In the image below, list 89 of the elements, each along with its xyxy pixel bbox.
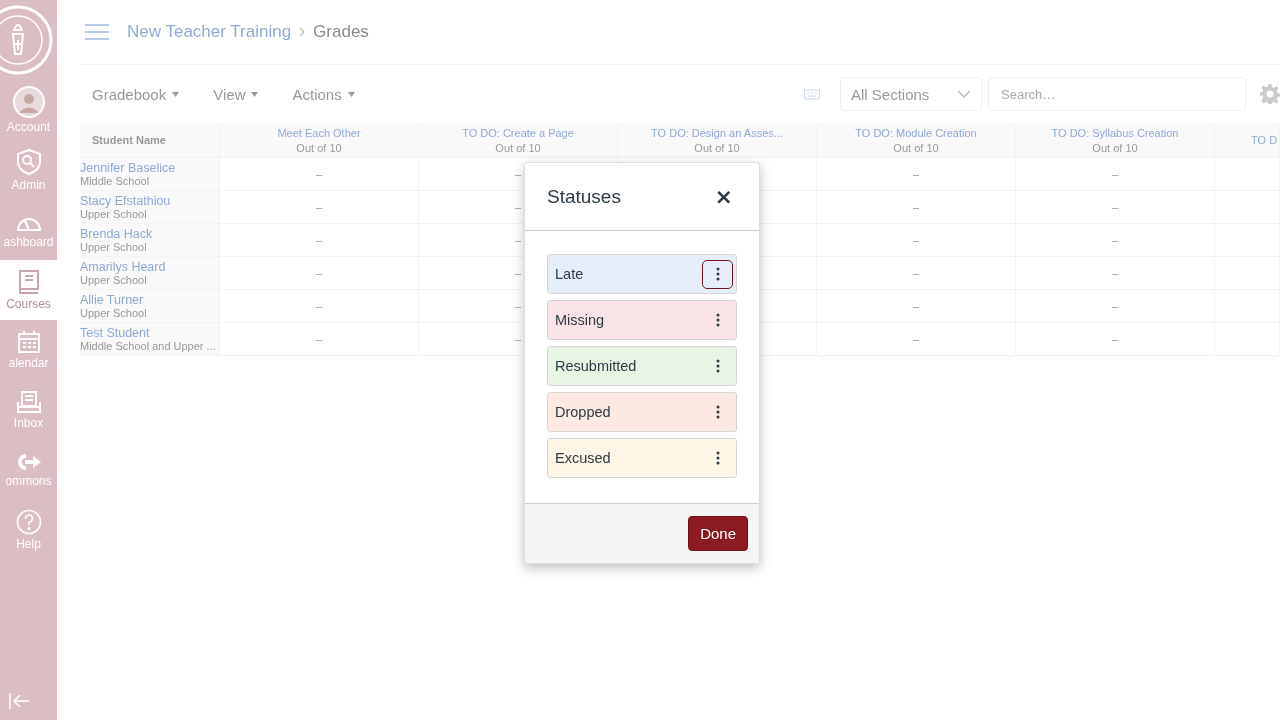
status-label: Dropped bbox=[555, 404, 611, 420]
caret-icon bbox=[251, 91, 259, 97]
student-name-link[interactable]: Amarilys Heard bbox=[80, 260, 219, 274]
caret-icon bbox=[172, 91, 180, 97]
grade-value[interactable]: – bbox=[912, 201, 920, 213]
grade-value[interactable]: – bbox=[514, 234, 522, 246]
grade-value[interactable]: – bbox=[315, 300, 323, 312]
status-label: Excused bbox=[555, 450, 611, 466]
kebab-icon bbox=[715, 451, 720, 465]
sidebar-item-label[interactable]: Help bbox=[16, 537, 41, 551]
grade-value[interactable]: – bbox=[315, 168, 323, 180]
search-field[interactable]: Search… bbox=[988, 77, 1246, 111]
assignment-header[interactable]: Meet Each Other Out of 10 bbox=[219, 123, 419, 158]
chevron-icon bbox=[299, 27, 306, 37]
student-section: Upper School bbox=[80, 307, 219, 319]
assignment-header[interactable]: TO DO: Create a Page Out of 10 bbox=[418, 123, 618, 158]
grade-value[interactable]: – bbox=[1111, 168, 1119, 180]
more-options-button[interactable] bbox=[702, 259, 733, 289]
student-name-link[interactable]: Brenda Hack bbox=[80, 227, 219, 241]
grade-value[interactable]: – bbox=[315, 201, 323, 213]
grade-value[interactable]: – bbox=[912, 168, 920, 180]
grade-value[interactable]: – bbox=[912, 234, 920, 246]
toolbar-menu[interactable]: Actions bbox=[292, 85, 355, 103]
keyboard-icon[interactable] bbox=[804, 88, 820, 100]
sidebar-item-label[interactable]: Account bbox=[6, 120, 51, 134]
breadcrumb-link[interactable]: New Teacher Training bbox=[127, 22, 292, 42]
breadcrumb-current: Grades bbox=[313, 22, 369, 42]
assignment-header[interactable]: TO D bbox=[1214, 123, 1280, 158]
student-name-link[interactable]: Stacy Efstathiou bbox=[80, 194, 219, 208]
book-icon[interactable] bbox=[17, 269, 40, 295]
section-select[interactable]: All Sections bbox=[840, 77, 982, 111]
grade-value[interactable]: – bbox=[514, 267, 522, 279]
caret-icon bbox=[347, 91, 355, 97]
grade-value[interactable]: – bbox=[315, 333, 323, 345]
grade-value[interactable]: – bbox=[1111, 300, 1119, 312]
inbox-icon[interactable] bbox=[15, 390, 42, 414]
help-icon[interactable] bbox=[15, 509, 42, 535]
avatar-icon[interactable] bbox=[12, 86, 45, 118]
grade-value[interactable]: – bbox=[1111, 267, 1119, 279]
grade-value[interactable]: – bbox=[1111, 234, 1119, 246]
settings-icon[interactable] bbox=[1260, 84, 1280, 104]
student-name-link[interactable]: Allie Turner bbox=[80, 293, 219, 307]
grade-value[interactable]: – bbox=[315, 234, 323, 246]
student-name-link[interactable]: Test Student bbox=[80, 326, 219, 340]
student-section: Upper School bbox=[80, 241, 219, 253]
student-section: Upper School bbox=[80, 208, 219, 220]
sidebar-item-label[interactable]: ommons bbox=[5, 474, 52, 488]
grade-value[interactable]: – bbox=[514, 300, 522, 312]
toolbar-menu[interactable]: View bbox=[213, 85, 259, 103]
done-button[interactable]: Done bbox=[688, 516, 748, 551]
chevron-down-icon bbox=[957, 90, 971, 98]
student-section: Middle School and Upper ... bbox=[80, 340, 219, 352]
student-section: Middle School bbox=[80, 175, 219, 187]
shield-icon[interactable] bbox=[15, 148, 42, 176]
status-label: Resubmitted bbox=[555, 358, 637, 374]
school-seal-logo[interactable] bbox=[0, 4, 54, 76]
grade-value[interactable]: – bbox=[315, 267, 323, 279]
grade-value[interactable]: – bbox=[912, 333, 920, 345]
menu-icon[interactable] bbox=[85, 23, 109, 41]
grade-value[interactable]: – bbox=[1111, 333, 1119, 345]
grade-value[interactable]: – bbox=[912, 300, 920, 312]
student-name-link[interactable]: Jennifer Baselice bbox=[80, 161, 219, 175]
kebab-icon bbox=[715, 267, 720, 281]
collapse-icon[interactable] bbox=[8, 692, 30, 710]
grade-value[interactable]: – bbox=[514, 201, 522, 213]
student-section: Upper School bbox=[80, 274, 219, 286]
grade-value[interactable]: – bbox=[514, 333, 522, 345]
calendar-icon[interactable] bbox=[16, 330, 41, 354]
grade-value[interactable]: – bbox=[912, 267, 920, 279]
status-label: Late bbox=[555, 266, 584, 282]
sidebar-item-label[interactable]: Courses bbox=[6, 297, 51, 311]
close-button[interactable]: × bbox=[710, 184, 737, 209]
sidebar-item-label[interactable]: alendar bbox=[8, 356, 49, 370]
sidebar-item-label[interactable]: Inbox bbox=[13, 416, 44, 430]
arrow-icon[interactable] bbox=[15, 452, 42, 472]
sidebar-item-label[interactable]: Admin bbox=[11, 178, 46, 192]
assignment-header[interactable]: TO DO: Design an Asses... Out of 10 bbox=[617, 123, 817, 158]
column-header[interactable]: Student Name bbox=[80, 123, 220, 158]
grade-value[interactable]: – bbox=[514, 168, 522, 180]
kebab-icon bbox=[715, 313, 720, 327]
assignment-header[interactable]: TO DO: Syllabus Creation Out of 10 bbox=[1015, 123, 1215, 158]
kebab-icon bbox=[715, 359, 720, 373]
kebab-icon bbox=[715, 405, 720, 419]
toolbar-menu[interactable]: Gradebook bbox=[92, 85, 180, 103]
sidebar-item-label[interactable]: ashboard bbox=[3, 235, 54, 249]
dialog-title: Statuses bbox=[547, 185, 621, 208]
grade-value[interactable]: – bbox=[1111, 201, 1119, 213]
assignment-header[interactable]: TO DO: Module Creation Out of 10 bbox=[816, 123, 1016, 158]
status-label: Missing bbox=[555, 312, 605, 328]
